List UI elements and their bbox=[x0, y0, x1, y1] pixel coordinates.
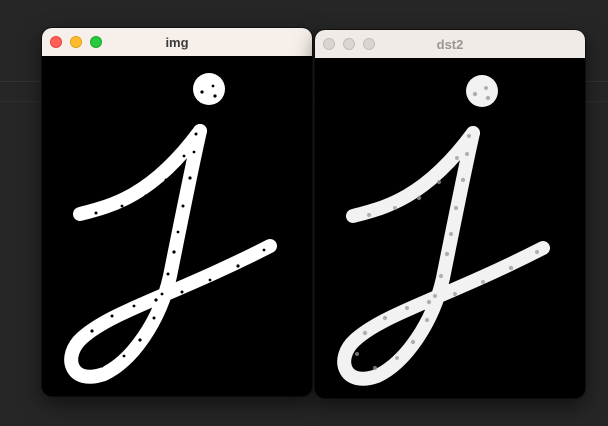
letter-j-stroke bbox=[337, 126, 550, 386]
zoom-icon[interactable] bbox=[363, 38, 375, 50]
letter-dot bbox=[466, 75, 498, 107]
traffic-lights bbox=[50, 36, 102, 48]
minimize-icon[interactable] bbox=[343, 38, 355, 50]
zoom-icon[interactable] bbox=[90, 36, 102, 48]
window-dst2[interactable]: dst2 bbox=[315, 30, 585, 398]
window-img[interactable]: img bbox=[42, 28, 312, 396]
minimize-icon[interactable] bbox=[70, 36, 82, 48]
close-icon[interactable] bbox=[50, 36, 62, 48]
window-title: img bbox=[165, 34, 189, 50]
letter-dot bbox=[193, 73, 225, 105]
window-title: dst2 bbox=[436, 36, 464, 52]
letter-j-stroke bbox=[64, 124, 277, 384]
close-icon[interactable] bbox=[323, 38, 335, 50]
titlebar-img[interactable]: img bbox=[42, 28, 312, 56]
image-canvas bbox=[315, 58, 585, 398]
image-canvas bbox=[42, 56, 312, 396]
image-content bbox=[337, 75, 550, 386]
titlebar-dst2[interactable]: dst2 bbox=[315, 30, 585, 58]
image-content bbox=[64, 73, 277, 384]
traffic-lights bbox=[323, 38, 375, 50]
